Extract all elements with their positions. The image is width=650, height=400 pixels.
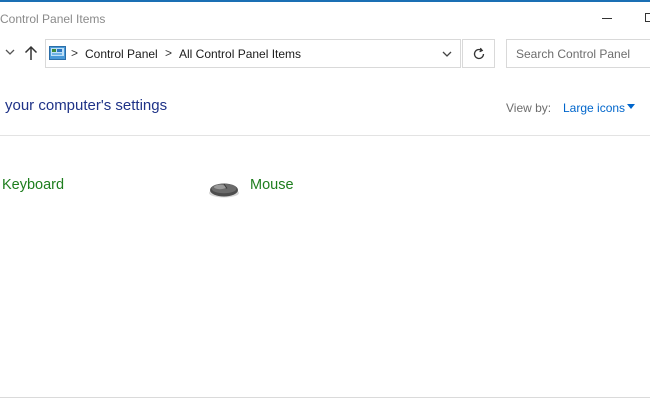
maximize-button[interactable] <box>645 13 650 22</box>
breadcrumb-separator-icon: > <box>71 46 79 60</box>
refresh-icon <box>473 47 485 60</box>
mouse-icon[interactable] <box>207 178 241 200</box>
view-by-dropdown[interactable]: Large icons <box>563 101 625 115</box>
arrow-up-icon[interactable] <box>24 45 38 61</box>
refresh-button[interactable] <box>462 39 495 68</box>
status-divider <box>0 397 650 398</box>
breadcrumb-separator-icon: > <box>165 46 173 60</box>
breadcrumb-all-control-panel-items[interactable]: All Control Panel Items <box>179 47 301 61</box>
control-panel-item-keyboard[interactable]: Keyboard <box>0 172 100 202</box>
view-by-caret-down-icon[interactable] <box>627 104 635 109</box>
window-title: Control Panel Items <box>0 12 106 26</box>
search-placeholder: Search Control Panel <box>516 47 631 61</box>
header-divider <box>0 135 650 136</box>
breadcrumb-control-panel[interactable]: Control Panel <box>85 47 158 61</box>
address-bar[interactable]: > Control Panel > All Control Panel Item… <box>45 39 461 68</box>
page-title: your computer's settings <box>5 97 168 114</box>
mouse-label[interactable]: Mouse <box>250 177 294 193</box>
control-panel-icon <box>49 46 66 60</box>
minimize-button[interactable] <box>602 18 612 19</box>
search-input[interactable]: Search Control Panel <box>506 39 650 68</box>
recent-locations-chevron-down-icon[interactable] <box>5 47 15 57</box>
address-dropdown-chevron-down-icon[interactable] <box>442 51 452 57</box>
control-panel-item-mouse[interactable]: Mouse <box>205 172 315 202</box>
title-bar: Control Panel Items <box>0 2 650 34</box>
view-by-label: View by: <box>506 101 552 115</box>
keyboard-label[interactable]: Keyboard <box>2 177 64 193</box>
